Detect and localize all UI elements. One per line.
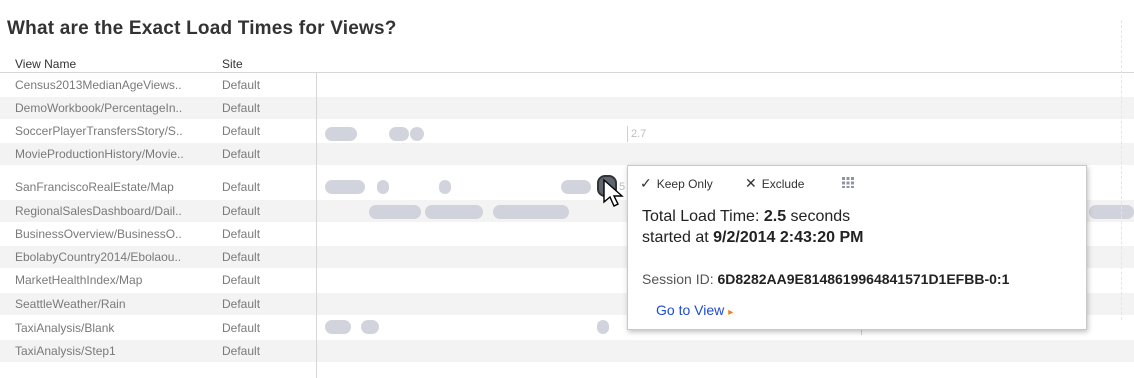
load-mark[interactable] (425, 205, 483, 219)
started-at-label: started at (642, 229, 714, 246)
session-id: Session ID: 6D8282AA9E8148619964841571D1… (642, 271, 1009, 287)
tooltip-toolbar: ✓ Keep Only ✕ Exclude (628, 166, 1086, 198)
view-name-cell[interactable]: BusinessOverview/BusinessO.. (15, 227, 205, 241)
arrow-right-icon: ▸ (728, 307, 734, 318)
site-cell: Default (222, 227, 261, 241)
load-mark[interactable] (410, 127, 424, 141)
reference-line (627, 126, 628, 142)
page-title: What are the Exact Load Times for Views? (7, 18, 397, 39)
load-mark[interactable] (325, 127, 357, 141)
started-at-value: 9/2/2014 2:43:20 PM (713, 229, 864, 246)
check-icon: ✓ (640, 175, 652, 191)
view-name-cell[interactable]: TaxiAnalysis/Blank (15, 321, 205, 335)
site-cell: Default (222, 250, 261, 264)
view-name-cell[interactable]: SeattleWeather/Rain (15, 297, 205, 311)
pointer-cursor-icon (603, 178, 624, 207)
exclude-button[interactable]: ✕ Exclude (745, 175, 804, 192)
exclude-label: Exclude (761, 177, 805, 191)
load-mark[interactable] (389, 127, 409, 141)
load-mark[interactable] (493, 205, 569, 219)
total-load-time-value: 2.5 (763, 208, 787, 225)
site-cell: Default (222, 180, 261, 194)
site-cell: Default (222, 321, 261, 335)
column-header-view-name[interactable]: View Name (15, 57, 76, 71)
total-load-time-unit: seconds (786, 208, 851, 225)
close-icon: ✕ (745, 175, 757, 191)
view-name-cell[interactable]: DemoWorkbook/PercentageIn.. (15, 101, 205, 115)
column-header-site[interactable]: Site (222, 57, 243, 71)
site-cell: Default (222, 297, 261, 311)
view-name-cell[interactable]: SanFranciscoRealEstate/Map (15, 180, 205, 194)
scrollbar[interactable] (1121, 20, 1134, 320)
load-mark[interactable] (325, 320, 351, 334)
load-mark[interactable] (439, 180, 451, 194)
view-name-cell[interactable]: TaxiAnalysis/Step1 (15, 344, 205, 358)
site-cell: Default (222, 124, 261, 138)
site-cell: Default (222, 101, 261, 115)
load-mark[interactable] (561, 180, 591, 194)
view-name-cell[interactable]: MovieProductionHistory/Movie.. (15, 147, 205, 161)
load-mark[interactable] (325, 180, 365, 194)
table-icon[interactable] (841, 175, 855, 189)
reference-label: 2.7 (631, 128, 647, 140)
site-cell: Default (222, 78, 261, 92)
load-mark[interactable] (361, 320, 379, 334)
load-mark[interactable] (369, 205, 421, 219)
site-cell: Default (222, 344, 261, 358)
load-mark[interactable] (377, 180, 389, 194)
session-id-value: 6D8282AA9E8148619964841571D1EFBB-0:1 (717, 271, 1010, 287)
tooltip: ✓ Keep Only ✕ Exclude Total Load Time: 2.5… (627, 165, 1087, 330)
keep-only-label: Keep Only (656, 177, 713, 191)
view-name-cell[interactable]: RegionalSalesDashboard/Dail.. (15, 204, 205, 218)
session-id-label: Session ID: (642, 271, 718, 287)
view-name-cell[interactable]: MarketHealthIndex/Map (15, 273, 205, 287)
view-name-cell[interactable]: SoccerPlayerTransfersStory/S.. (15, 124, 205, 138)
view-name-cell[interactable]: EbolabyCountry2014/Ebolaou.. (15, 250, 205, 264)
total-load-time-label: Total Load Time: (642, 208, 764, 225)
go-to-view-link[interactable]: Go to View ▸ (656, 302, 733, 318)
total-load-time: Total Load Time: 2.5 seconds (642, 208, 850, 226)
site-cell: Default (222, 204, 261, 218)
keep-only-button[interactable]: ✓ Keep Only (640, 175, 713, 192)
site-cell: Default (222, 273, 261, 287)
view-name-cell[interactable]: Census2013MedianAgeViews.. (15, 78, 205, 92)
load-mark[interactable] (597, 320, 609, 334)
site-cell: Default (222, 147, 261, 161)
go-to-view-label: Go to View (656, 302, 725, 318)
started-at: started at 9/2/2014 2:43:20 PM (642, 229, 863, 247)
